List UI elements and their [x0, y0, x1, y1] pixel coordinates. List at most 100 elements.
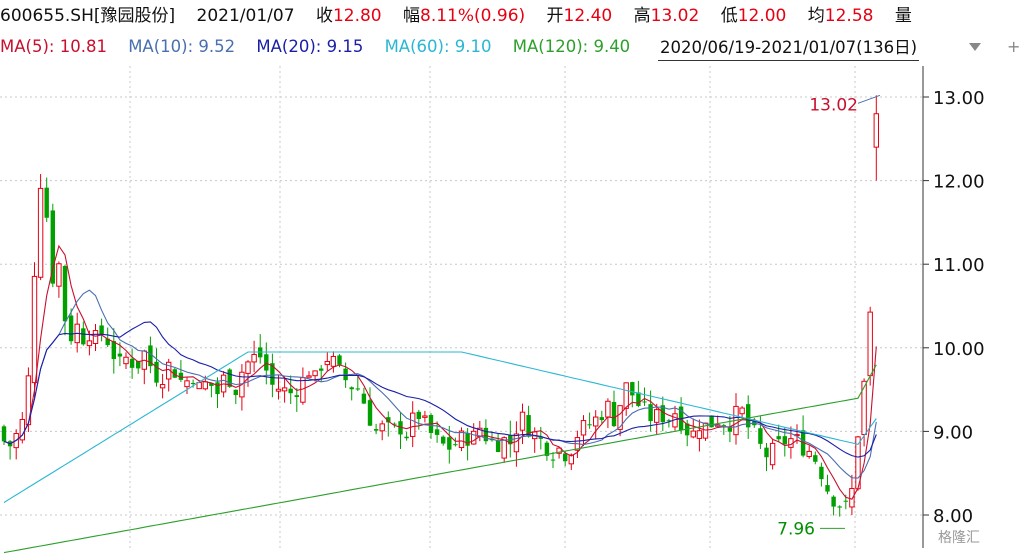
candle-body — [337, 355, 342, 365]
candle-body — [312, 370, 318, 377]
ma-line-ma5 — [3, 244, 877, 500]
candle-body — [696, 430, 703, 439]
candle-body — [92, 330, 99, 344]
candle-body — [275, 388, 282, 392]
y-tick-label: 11.00 — [933, 255, 985, 276]
y-tick-label: 10.00 — [933, 339, 985, 360]
candle-body — [819, 466, 824, 480]
candle-body — [245, 361, 251, 374]
candle-body — [441, 436, 446, 444]
ma-line-ma10 — [3, 289, 877, 479]
candle-body — [117, 353, 123, 357]
candle-body — [471, 430, 477, 445]
candle-body — [1, 426, 7, 442]
candle-body — [769, 442, 776, 466]
add-indicator-icon[interactable]: + — [1007, 38, 1021, 56]
candle-body — [758, 428, 763, 444]
candle-body — [233, 389, 238, 396]
candle-body — [81, 328, 86, 345]
candle-body — [190, 382, 196, 384]
candle-body — [319, 368, 324, 371]
candle-body — [611, 401, 617, 427]
ma-line-ma20 — [3, 321, 877, 458]
candle-body — [593, 416, 599, 427]
candle-body — [630, 382, 635, 396]
candle-body — [44, 187, 49, 218]
candle-body — [599, 417, 604, 421]
candle-body — [739, 407, 745, 415]
candle-body — [873, 113, 879, 148]
candle-body — [654, 409, 660, 423]
candle-body — [264, 354, 269, 371]
candle-body — [495, 440, 501, 453]
candle-body — [306, 375, 312, 378]
candle-body — [843, 500, 848, 502]
candle-body — [447, 437, 452, 450]
candle-body — [837, 506, 842, 508]
candle-body — [831, 496, 836, 507]
candle-body — [465, 433, 470, 446]
candle-body — [379, 423, 385, 432]
candle-body — [776, 436, 781, 440]
candle-body — [129, 358, 135, 368]
candle-body — [123, 356, 129, 365]
y-tick-label: 9.00 — [933, 422, 973, 443]
candle-body — [349, 387, 354, 390]
candle-body — [404, 436, 409, 439]
max-price-label: 13.02 — [809, 95, 858, 115]
candle-body — [764, 447, 769, 458]
date-range-selector[interactable]: 2020/06/19-2021/01/07(136日) — [658, 36, 920, 61]
candle-body — [690, 430, 696, 438]
candle-body — [605, 400, 611, 418]
candle-body — [281, 387, 288, 392]
ma-line-ma120 — [3, 364, 877, 554]
candle-body — [453, 444, 458, 446]
watermark-text: 格隆汇 — [938, 530, 980, 546]
candlestick-chart: 13.00 12.00 11.00 10.00 9.00 8.00 13.02 7.96 — [0, 66, 985, 554]
candle-body — [434, 429, 440, 435]
candle-body — [617, 405, 623, 430]
y-tick-label: 13.00 — [933, 88, 985, 109]
candle-body — [513, 433, 520, 453]
y-tick-label: 8.00 — [933, 506, 973, 527]
candle-body — [825, 485, 830, 492]
candle-body — [99, 325, 104, 335]
candle-body — [813, 455, 818, 462]
candle-body — [330, 355, 337, 367]
candle-body — [587, 424, 592, 426]
candle-body — [355, 388, 360, 390]
watermark: 格隆汇 — [938, 527, 980, 547]
candle-body — [251, 353, 257, 363]
candle-body — [300, 377, 306, 403]
candle-body — [636, 392, 641, 406]
candle-body — [458, 430, 465, 449]
candle-body — [580, 420, 587, 436]
candle-body — [50, 210, 55, 284]
candle-body — [648, 404, 653, 422]
candle-body — [367, 400, 373, 426]
candle-body — [519, 411, 526, 431]
candle-body — [422, 415, 428, 418]
candle-body — [410, 412, 416, 437]
candle-body — [361, 393, 367, 404]
candle-body — [154, 361, 159, 383]
candle-body — [483, 427, 489, 442]
candle-body — [867, 311, 873, 377]
candle-body — [159, 384, 166, 389]
candle-body — [806, 450, 812, 457]
min-price-label: 7.96 — [777, 519, 815, 539]
candle-body — [642, 401, 647, 403]
candle-body — [324, 360, 331, 366]
candle-body — [62, 266, 68, 322]
candle-body — [849, 488, 855, 508]
candle-body — [31, 275, 38, 384]
candle-body — [563, 453, 568, 462]
candle-body — [294, 395, 299, 398]
candle-body — [111, 341, 116, 360]
candle-body — [202, 381, 209, 390]
candle-body — [416, 411, 421, 420]
candle-body — [56, 263, 62, 287]
chevron-down-icon[interactable] — [966, 38, 984, 56]
y-tick-label: 12.00 — [933, 172, 985, 193]
candle-body — [68, 315, 74, 342]
